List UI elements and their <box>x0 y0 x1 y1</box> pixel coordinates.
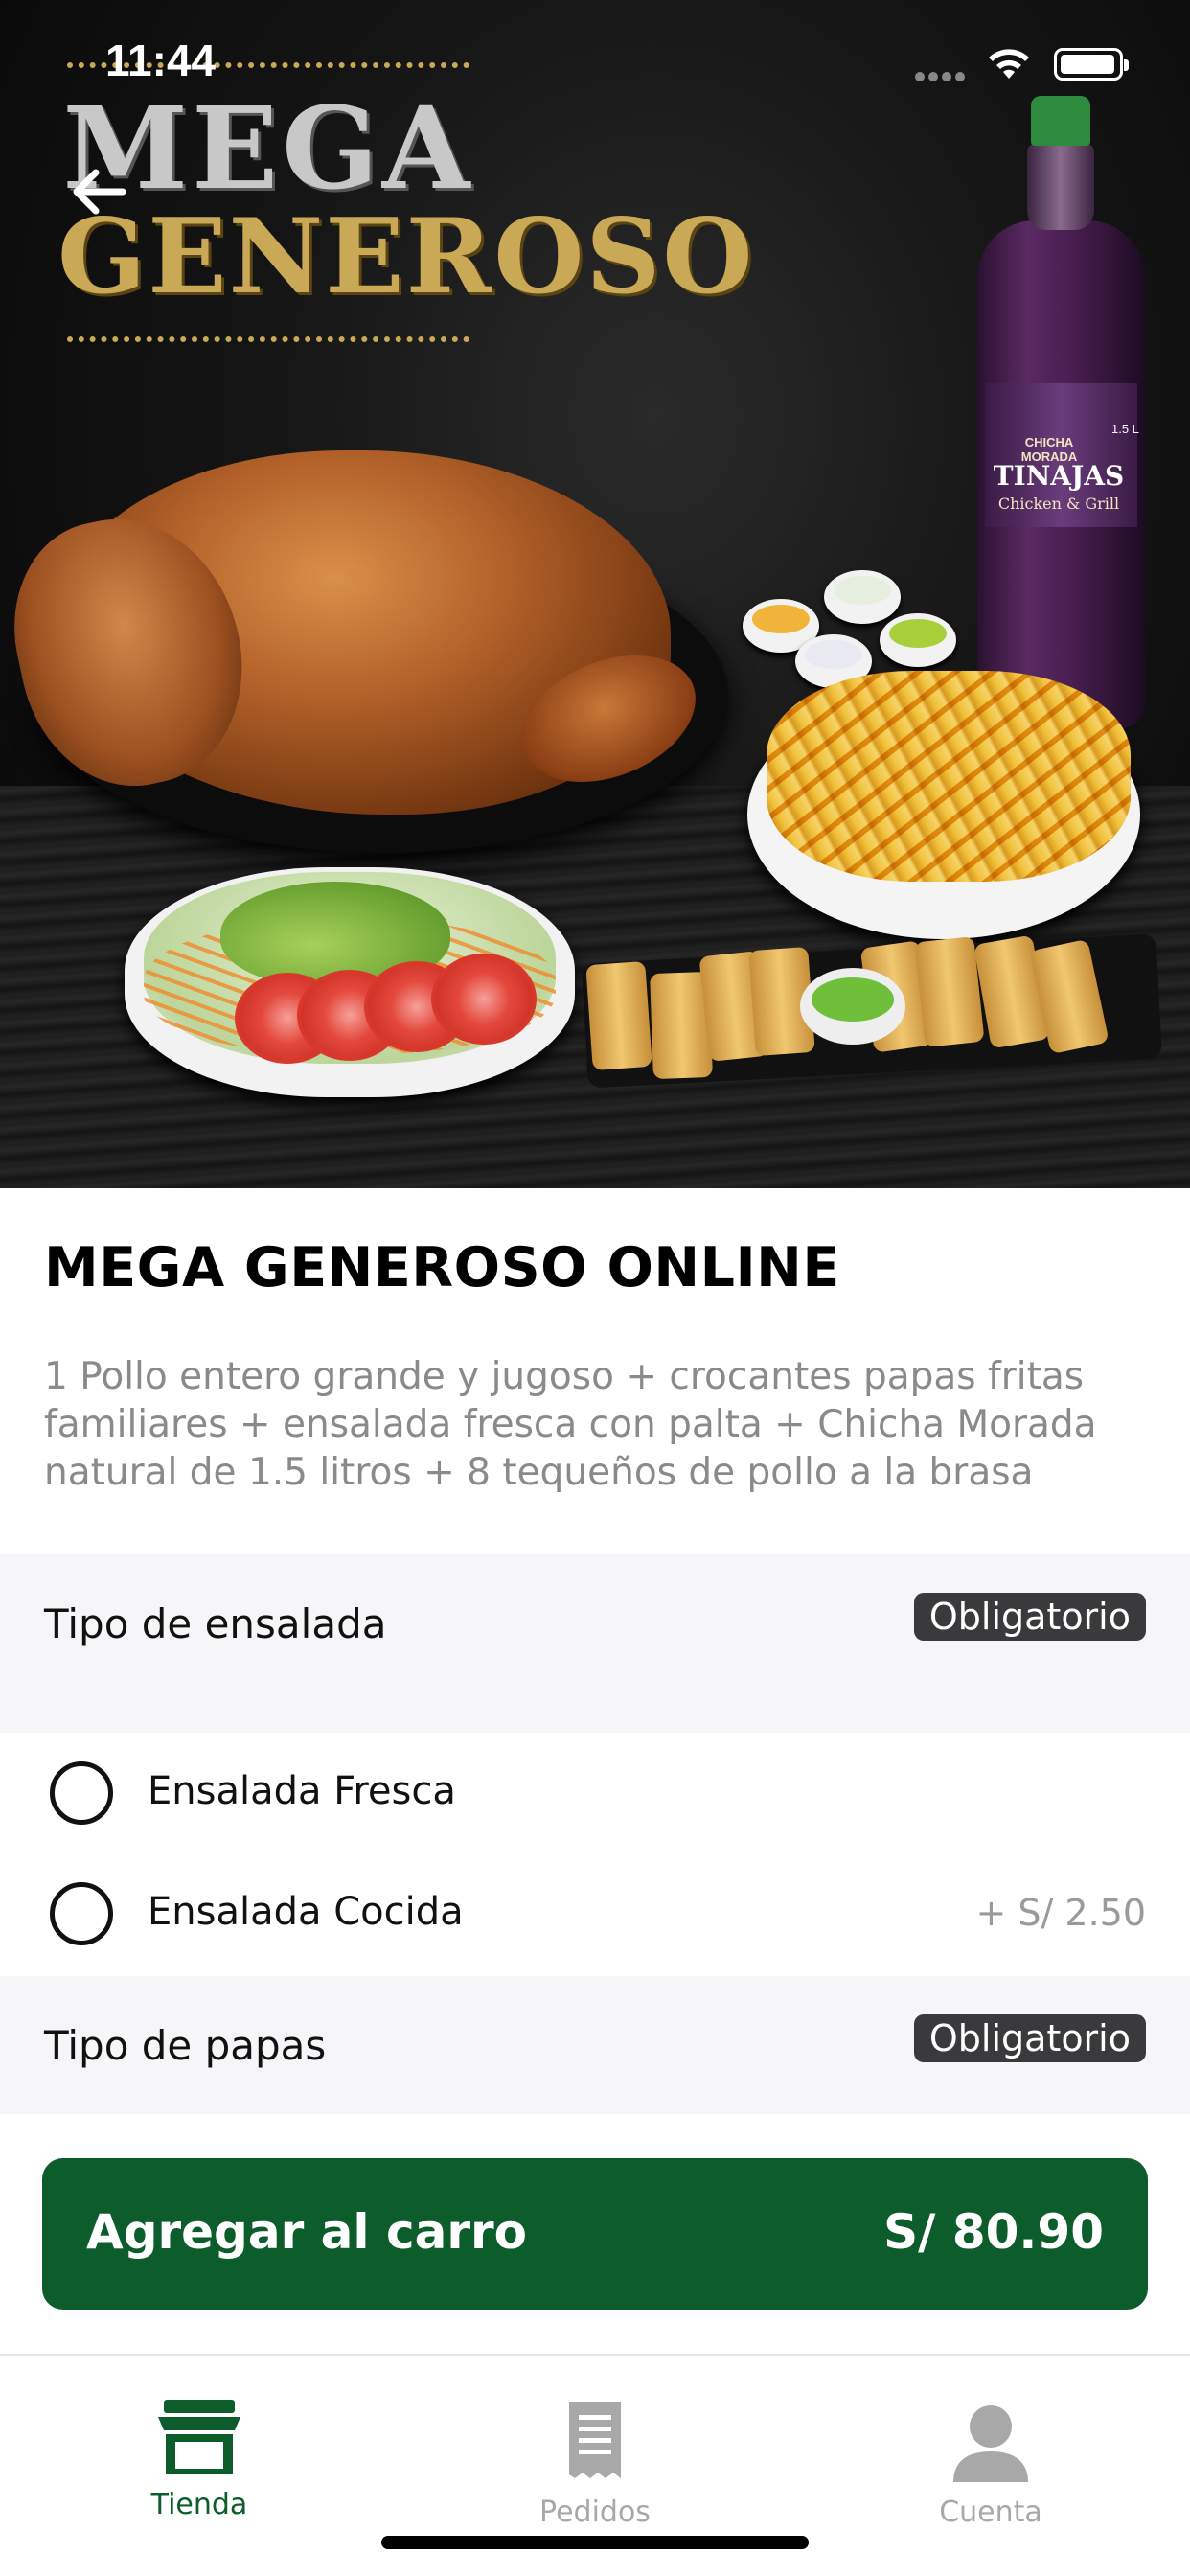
bottle-brand-text: TINAJAS <box>993 460 1125 492</box>
status-time: 11:44 <box>105 35 217 85</box>
back-button[interactable] <box>59 153 136 230</box>
sauce-cup-white <box>824 570 901 624</box>
product-info: MEGA GENEROSO ONLINE 1 Pollo entero gran… <box>0 1188 1190 1554</box>
bottle-volume-text: 1.5 L <box>1111 422 1139 436</box>
tab-label: Tienda <box>150 2488 248 2521</box>
tab-tienda[interactable]: Tienda <box>56 2375 343 2538</box>
tab-cuenta[interactable]: Cuenta <box>847 2375 1134 2538</box>
option-ensalada-cocida[interactable]: Ensalada Cocida + S/ 2.50 <box>0 1853 1190 1974</box>
account-icon <box>953 2405 1028 2482</box>
bottle-sub-text: Chicken & Grill <box>997 494 1120 513</box>
battery-icon <box>1054 48 1129 80</box>
cellular-signal-icon <box>915 67 973 81</box>
required-badge: Obligatorio <box>913 2014 1146 2062</box>
add-to-cart-label: Agregar al carro <box>86 2204 527 2260</box>
product-title: MEGA GENEROSO ONLINE <box>44 1236 840 1300</box>
back-arrow-icon <box>73 169 126 215</box>
guacamole-cup <box>800 968 905 1045</box>
add-to-cart-button[interactable]: Agregar al carro S/ 80.90 <box>42 2158 1148 2310</box>
cart-total-price: S/ 80.90 <box>883 2204 1104 2260</box>
option-ensalada-fresca[interactable]: Ensalada Fresca <box>0 1733 1190 1853</box>
chicha-bottle <box>977 96 1145 728</box>
product-description: 1 Pollo entero grande y jugoso + crocant… <box>44 1355 1097 1494</box>
home-indicator <box>381 2536 809 2549</box>
receipt-icon <box>569 2402 621 2478</box>
radio-button[interactable] <box>50 1882 113 1945</box>
store-icon <box>158 2400 240 2474</box>
cart-footer: Agregar al carro S/ 80.90 <box>0 2114 1190 2354</box>
required-badge: Obligatorio <box>913 1593 1146 1641</box>
sauce-cup-green <box>880 613 956 667</box>
tab-pedidos[interactable]: Pedidos <box>451 2375 739 2538</box>
tab-label: Cuenta <box>939 2496 1042 2529</box>
option-group-header-salad: Tipo de ensalada Obligatorio <box>0 1554 1190 1733</box>
status-bar: 11:44 <box>0 0 1190 125</box>
option-group-title: Tipo de ensalada <box>44 1600 387 1647</box>
option-price: + S/ 2.50 <box>975 1892 1146 1934</box>
tequeno <box>585 960 652 1071</box>
tab-label: Pedidos <box>539 2496 651 2529</box>
option-group-title: Tipo de papas <box>44 2022 327 2069</box>
logo-dotted-line-bottom <box>67 336 469 342</box>
french-fries <box>767 671 1131 882</box>
option-label: Ensalada Fresca <box>148 1769 456 1813</box>
tomato-slice <box>431 954 537 1045</box>
radio-button[interactable] <box>50 1761 113 1825</box>
product-hero-image: MEGA GENEROSO CHICHA MORADA TINAJAS Chic… <box>0 0 1190 1188</box>
option-label: Ensalada Cocida <box>148 1890 464 1934</box>
bottle-neck <box>1027 144 1094 230</box>
option-group-header-papas: Tipo de papas Obligatorio <box>0 1976 1190 2114</box>
wifi-icon <box>989 49 1029 79</box>
